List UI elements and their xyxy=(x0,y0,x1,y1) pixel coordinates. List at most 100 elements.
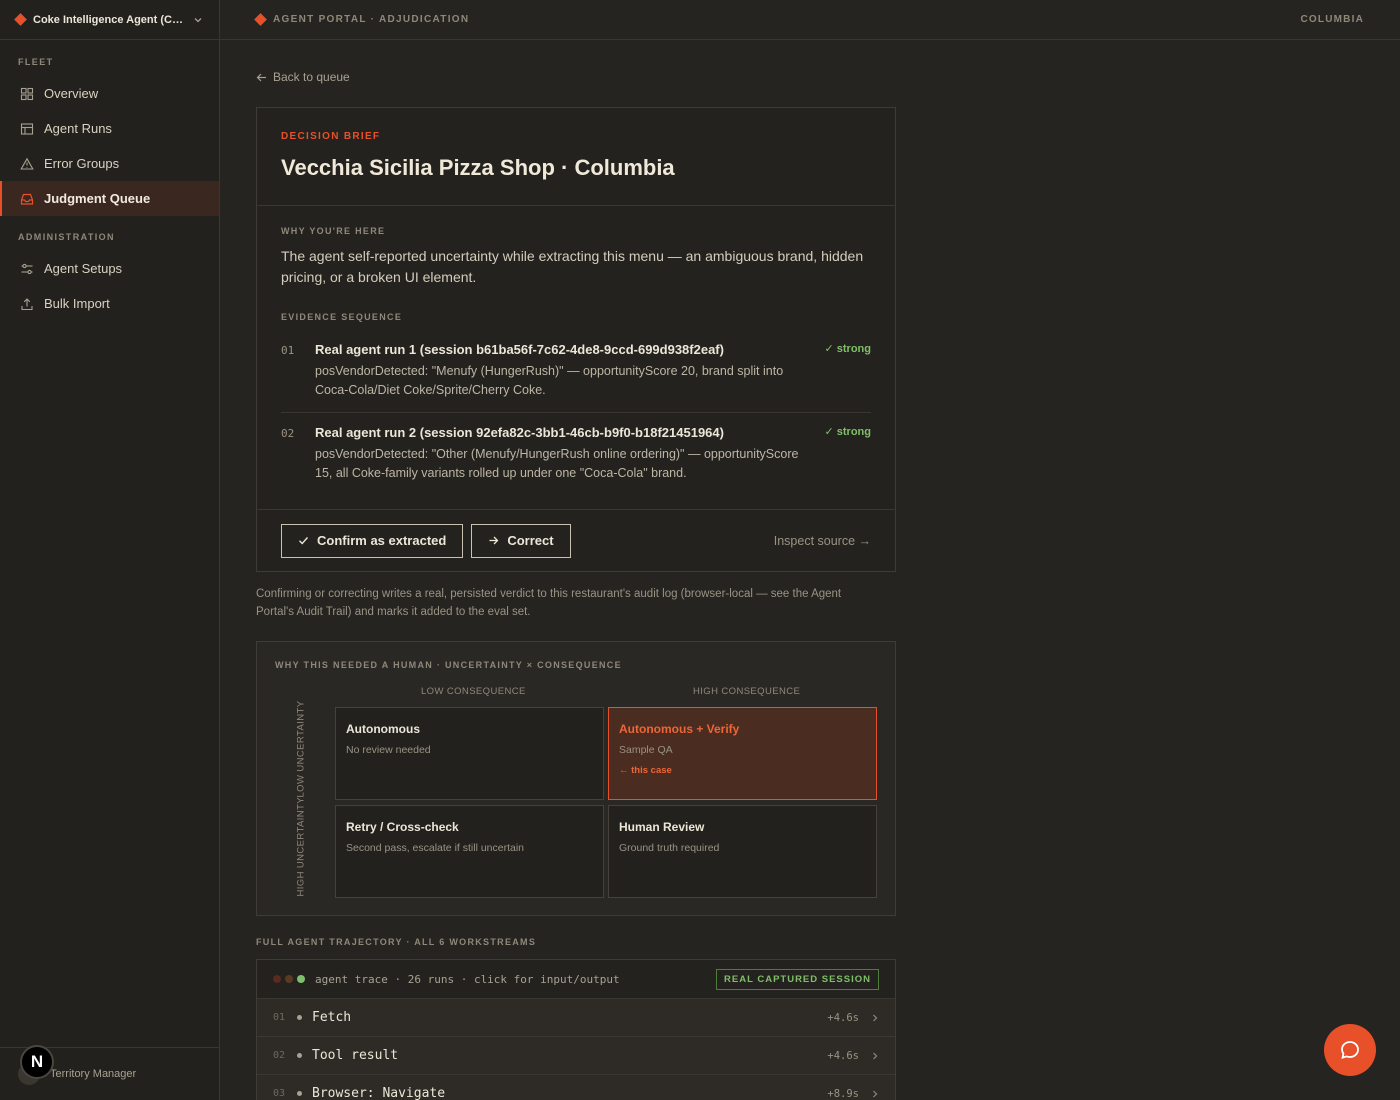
sidebar-item-label: Bulk Import xyxy=(44,296,110,311)
cell-title: Human Review xyxy=(619,820,705,834)
matrix-title: WHY THIS NEEDED A HUMAN · UNCERTAINTY × … xyxy=(275,660,622,670)
sidebar-item-judgment-queue[interactable]: Judgment Queue xyxy=(0,181,219,216)
evidence-strength-badge: ✓ strong xyxy=(824,426,872,438)
trace-row-name: Fetch xyxy=(312,1010,352,1025)
sidebar-item-label: Error Groups xyxy=(44,156,120,171)
trajectory-label: FULL AGENT TRAJECTORY · ALL 6 WORKSTREAM… xyxy=(256,937,537,947)
trace-row-time: +4.6s xyxy=(827,1011,859,1024)
this-case-marker: ← this case xyxy=(619,765,672,776)
trace-row-time: +8.9s xyxy=(827,1087,859,1100)
trace-row-number: 01 xyxy=(273,1012,286,1023)
row-header-high: HIGH UNCERTAINTY xyxy=(295,797,307,897)
back-link-label: Back to queue xyxy=(273,70,350,84)
table-icon xyxy=(20,122,34,135)
top-bar: AGENT PORTAL · ADJUDICATION COLUMBIA xyxy=(220,0,1400,40)
brief-actions: Confirm as extracted Correct Inspect sou… xyxy=(257,509,895,571)
matrix-cell-retry: Retry / Cross-check Second pass, escalat… xyxy=(335,805,604,898)
grid-icon xyxy=(20,87,34,100)
sidebar-item-error-groups[interactable]: Error Groups xyxy=(0,146,219,181)
workspace-name: Coke Intelligence Agent (Columbia) xyxy=(33,13,185,26)
inspect-source-link[interactable]: Inspect source → xyxy=(774,534,871,548)
chat-button[interactable] xyxy=(1324,1024,1376,1076)
trace-header: agent trace · 26 runs · click for input/… xyxy=(257,960,895,999)
col-header-high: HIGH CONSEQUENCE xyxy=(693,686,801,697)
nav-section-fleet: FLEET xyxy=(18,57,54,67)
region-label: COLUMBIA xyxy=(1300,14,1364,25)
cell-subtitle: Sample QA xyxy=(619,744,673,756)
upload-icon xyxy=(21,297,33,310)
cell-subtitle: Ground truth required xyxy=(619,842,720,854)
window-dots xyxy=(273,975,305,983)
evidence-item: 02 Real agent run 2 (session 92efa82c-3b… xyxy=(281,413,871,482)
check-icon xyxy=(299,537,309,545)
confirm-button[interactable]: Confirm as extracted xyxy=(281,523,464,558)
evidence-item: 01 Real agent run 1 (session b61ba56f-7c… xyxy=(281,322,871,413)
evidence-title: Real agent run 2 (session 92efa82c-3bb1-… xyxy=(315,425,724,440)
trace-row-number: 03 xyxy=(273,1088,286,1099)
cell-title: Autonomous xyxy=(346,722,420,736)
sidebar-item-label: Overview xyxy=(44,86,99,101)
col-header-low: LOW CONSEQUENCE xyxy=(421,686,526,697)
dev-tools-badge[interactable]: N xyxy=(20,1045,54,1079)
cell-subtitle: No review needed xyxy=(346,744,431,756)
bullet-icon xyxy=(297,1091,302,1096)
evidence-description: posVendorDetected: "Menufy (HungerRush)"… xyxy=(315,364,784,397)
trace-row[interactable]: 01 Fetch +4.6s xyxy=(257,999,895,1037)
row-header-low: LOW UNCERTAINTY xyxy=(295,700,307,798)
sidebar-item-agent-setups[interactable]: Agent Setups xyxy=(0,251,219,286)
workspace-switcher[interactable]: Coke Intelligence Agent (Columbia) xyxy=(0,0,219,40)
arrow-right-icon xyxy=(489,536,499,545)
sliders-icon xyxy=(21,263,33,274)
why-text: The agent self-reported uncertainty whil… xyxy=(281,248,864,285)
matrix-cell-human-review: Human Review Ground truth required xyxy=(608,805,877,898)
matrix-cell-autonomous-verify: Autonomous + Verify Sample QA ← this cas… xyxy=(608,707,877,800)
breadcrumb-text: AGENT PORTAL · ADJUDICATION xyxy=(273,14,470,25)
sidebar-item-agent-runs[interactable]: Agent Runs xyxy=(0,111,219,146)
breadcrumb: AGENT PORTAL · ADJUDICATION xyxy=(254,13,470,26)
chevron-right-icon xyxy=(873,1052,878,1059)
uncertainty-matrix: WHY THIS NEEDED A HUMAN · UNCERTAINTY × … xyxy=(256,641,896,916)
nav-section-administration: ADMINISTRATION xyxy=(18,232,115,242)
evidence-strength-badge: ✓ strong xyxy=(824,343,872,355)
trace-caption: agent trace · 26 runs · click for input/… xyxy=(315,972,620,986)
chat-bubble-icon xyxy=(1341,1041,1359,1059)
brand-diamond-icon xyxy=(254,13,267,26)
brief-header: DECISION BRIEF Vecchia Sicilia Pizza Sho… xyxy=(257,108,895,206)
status-badge: REAL CAPTURED SESSION xyxy=(716,968,879,990)
sidebar-item-bulk-import[interactable]: Bulk Import xyxy=(0,286,219,321)
brief-eyebrow: DECISION BRIEF xyxy=(281,131,381,142)
correct-label: Correct xyxy=(507,533,554,548)
chevron-down-icon xyxy=(194,17,202,22)
page-title: Vecchia Sicilia Pizza Shop · Columbia xyxy=(281,155,675,180)
inbox-icon xyxy=(20,193,34,205)
trace-row[interactable]: 03 Browser: Navigate +8.9s xyxy=(257,1075,895,1100)
audit-note: Confirming or correcting writes a real, … xyxy=(256,588,842,618)
evidence-section: EVIDENCE SEQUENCE 01 Real agent run 1 (s… xyxy=(257,288,895,482)
agent-trace: agent trace · 26 runs · click for input/… xyxy=(256,959,896,1100)
bullet-icon xyxy=(297,1015,302,1020)
evidence-description: posVendorDetected: "Other (Menufy/Hunger… xyxy=(315,447,799,480)
evidence-number: 02 xyxy=(281,427,295,440)
dot-icon xyxy=(273,975,281,983)
decision-brief-card: DECISION BRIEF Vecchia Sicilia Pizza Sho… xyxy=(256,107,896,572)
cell-subtitle: Second pass, escalate if still uncertain xyxy=(346,842,525,854)
user-role: Territory Manager xyxy=(50,1068,137,1080)
warning-icon xyxy=(20,157,34,170)
trace-row-name: Browser: Navigate xyxy=(312,1086,446,1100)
evidence-label: EVIDENCE SEQUENCE xyxy=(281,312,403,322)
back-to-queue-link[interactable]: Back to queue xyxy=(256,70,350,84)
chevron-right-icon xyxy=(873,1014,878,1021)
correct-button[interactable]: Correct xyxy=(471,523,571,558)
cell-title: Autonomous + Verify xyxy=(619,722,740,736)
dot-icon xyxy=(285,975,293,983)
sidebar: Coke Intelligence Agent (Columbia) FLEET… xyxy=(0,0,220,1100)
trace-row-time: +4.6s xyxy=(827,1049,859,1062)
trace-row-number: 02 xyxy=(273,1050,286,1061)
dot-icon xyxy=(297,975,305,983)
matrix-cell-autonomous: Autonomous No review needed xyxy=(335,707,604,800)
sidebar-item-label: Agent Runs xyxy=(44,121,112,136)
bullet-icon xyxy=(297,1053,302,1058)
arrow-left-icon xyxy=(256,73,266,81)
trace-row[interactable]: 02 Tool result +4.6s xyxy=(257,1037,895,1075)
sidebar-item-overview[interactable]: Overview xyxy=(0,76,219,111)
